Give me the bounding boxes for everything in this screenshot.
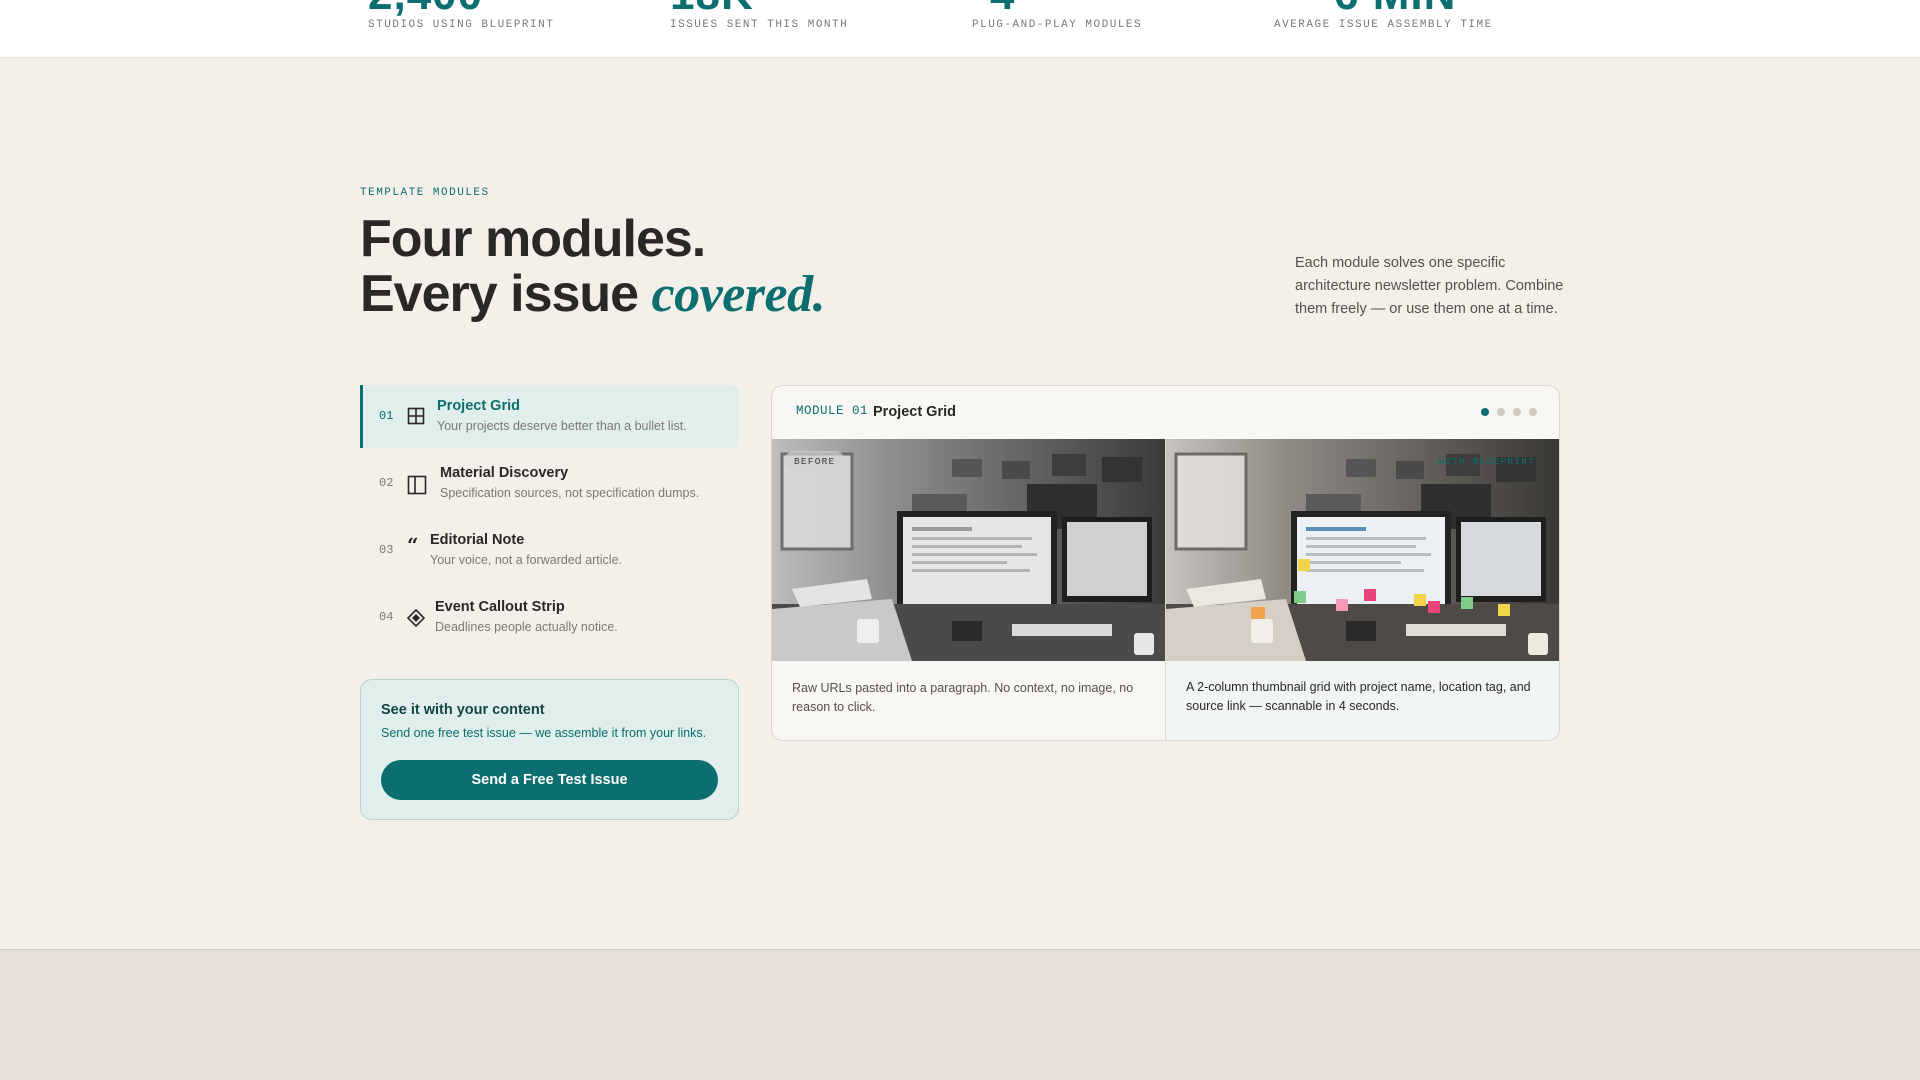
stat-issues: 18K ISSUES SENT THIS MONTH xyxy=(670,0,930,58)
stat-label: ISSUES SENT THIS MONTH xyxy=(670,19,849,31)
preview-pagination xyxy=(1481,408,1537,416)
module-index: 03 xyxy=(379,543,394,557)
preview-module-label: MODULE 01 xyxy=(796,404,869,418)
pagination-dot-1[interactable] xyxy=(1481,408,1489,416)
headline-line-2: Every issue covered. xyxy=(360,265,826,323)
module-index: 02 xyxy=(379,476,394,490)
cta-card: See it with your content Send one free t… xyxy=(360,679,739,820)
module-desc: Specification sources, not specification… xyxy=(440,486,700,500)
after-caption: A 2-column thumbnail grid with project n… xyxy=(1186,680,1531,713)
quote-icon: “ xyxy=(407,533,419,557)
module-index: 01 xyxy=(379,409,394,423)
pagination-dot-4[interactable] xyxy=(1529,408,1537,416)
module-title: Event Callout Strip xyxy=(435,599,565,615)
pagination-dot-3[interactable] xyxy=(1513,408,1521,416)
module-desc: Deadlines people actually notice. xyxy=(435,620,618,634)
stat-modules: 4 PLUG-AND-PLAY MODULES xyxy=(972,0,1232,58)
diamond-icon xyxy=(406,608,426,628)
after-badge: WITH BLUEPRINT xyxy=(1438,456,1535,467)
section-eyebrow: TEMPLATE MODULES xyxy=(360,187,490,199)
before-office-photo xyxy=(772,439,1165,661)
module-desc: Your projects deserve better than a bull… xyxy=(437,419,687,433)
section-headline: Four modules. Every issue covered. xyxy=(360,210,826,323)
module-item-editorial-note[interactable]: 03 “ Editorial Note Your voice, not a fo… xyxy=(360,519,739,582)
stat-label: STUDIOS USING BLUEPRINT xyxy=(368,19,555,31)
stat-assembly-time: 6 MIN AVERAGE ISSUE ASSEMBLY TIME xyxy=(1274,0,1534,58)
stats-strip: 2,400 STUDIOS USING BLUEPRINT 18K ISSUES… xyxy=(0,0,1920,58)
send-test-issue-button[interactable]: Send a Free Test Issue xyxy=(381,760,718,800)
headline-accent: covered. xyxy=(651,266,826,323)
after-office-photo xyxy=(1166,439,1559,661)
module-desc: Your voice, not a forwarded article. xyxy=(430,553,623,567)
module-title: Material Discovery xyxy=(440,465,569,481)
before-caption: Raw URLs pasted into a paragraph. No con… xyxy=(792,681,1134,714)
stat-label: AVERAGE ISSUE ASSEMBLY TIME xyxy=(1274,19,1493,31)
footer-band xyxy=(0,949,1920,1080)
stat-value: 18K xyxy=(670,0,754,20)
preview-module-title: Project Grid xyxy=(873,404,956,420)
module-title: Editorial Note xyxy=(430,532,525,548)
before-panel: BEFORE Raw URLs pasted into a paragraph.… xyxy=(772,439,1165,740)
before-badge: BEFORE xyxy=(784,451,846,472)
cta-title: See it with your content xyxy=(381,702,545,718)
module-list: 01 Project Grid Your projects deserve be… xyxy=(360,385,739,653)
pagination-dot-2[interactable] xyxy=(1497,408,1505,416)
stat-studios: 2,400 STUDIOS USING BLUEPRINT xyxy=(368,0,628,58)
grid-icon xyxy=(407,407,425,425)
module-preview-card: MODULE 01 Project Grid BEFORE Raw URLs p… xyxy=(771,385,1560,741)
stat-value: 6 MIN xyxy=(1334,0,1456,20)
module-item-event-callout-strip[interactable]: 04 Event Callout Strip Deadlines people … xyxy=(360,586,739,649)
after-panel: WITH BLUEPRINT A 2-column thumbnail grid… xyxy=(1166,439,1559,740)
cta-subtitle: Send one free test issue — we assemble i… xyxy=(381,726,707,740)
headline-plain: Every issue xyxy=(360,265,652,323)
module-title: Project Grid xyxy=(437,398,520,414)
preview-header: MODULE 01 Project Grid xyxy=(772,386,1559,439)
stat-value: 4 xyxy=(990,0,1015,20)
stat-label: PLUG-AND-PLAY MODULES xyxy=(972,19,1143,31)
module-index: 04 xyxy=(379,610,394,624)
section-intro: Each module solves one specific architec… xyxy=(1295,255,1564,317)
headline-line-1: Four modules. xyxy=(360,210,706,268)
module-item-material-discovery[interactable]: 02 Material Discovery Specification sour… xyxy=(360,452,739,515)
columns-icon xyxy=(407,475,427,495)
stat-value: 2,400 xyxy=(368,0,483,20)
module-item-project-grid[interactable]: 01 Project Grid Your projects deserve be… xyxy=(360,385,739,448)
